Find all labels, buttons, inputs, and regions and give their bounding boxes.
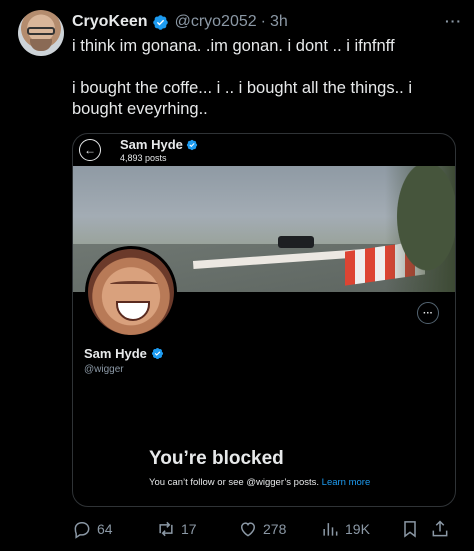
beard-shape <box>30 39 52 51</box>
profile-post-count: 4,893 posts <box>120 153 167 163</box>
tweet-action-bar: 64 17 278 19K <box>72 516 462 542</box>
embedded-profile-card[interactable]: ← Sam Hyde 4,893 posts ··· Sam Hyde @wig… <box>72 133 456 507</box>
repost-icon <box>159 521 173 537</box>
profile-handle: @wigger <box>84 364 124 375</box>
repost-button[interactable]: 17 <box>156 519 197 539</box>
verified-badge-icon <box>186 139 197 150</box>
tweet-paragraph: i think im gonana. .im gonan. i dont .. … <box>72 37 395 55</box>
smile-shape <box>116 301 150 321</box>
back-arrow-icon[interactable]: ← <box>79 139 101 161</box>
profile-avatar[interactable] <box>85 246 177 338</box>
separator-dot: · <box>260 13 266 30</box>
profile-topbar-name-text: Sam Hyde <box>120 137 183 152</box>
profile-name-text: Sam Hyde <box>84 346 147 361</box>
profile-more-icon[interactable]: ··· <box>417 302 439 324</box>
more-options-icon[interactable]: ··· <box>445 13 462 29</box>
reply-count: 64 <box>97 521 113 537</box>
views-button[interactable]: 19K <box>320 519 370 539</box>
views-chart-icon <box>323 523 338 536</box>
like-count: 278 <box>263 521 287 537</box>
bookmark-icon <box>404 521 416 538</box>
verified-badge-icon <box>152 14 168 30</box>
tweet-header: CryoKeen @cryo2052 · 3h ··· <box>72 11 462 33</box>
blocked-title: You’re blocked <box>149 448 284 469</box>
brow-shape <box>110 281 158 287</box>
author-name[interactable]: CryoKeen <box>72 13 148 31</box>
like-button[interactable]: 278 <box>238 519 286 539</box>
trees-shape <box>385 166 455 292</box>
share-icon <box>432 520 448 537</box>
tweet-time[interactable]: 3h <box>270 13 288 31</box>
repost-count: 17 <box>181 521 197 537</box>
verified-badge-icon <box>151 347 163 360</box>
heart-icon <box>240 522 256 537</box>
author-avatar[interactable] <box>18 10 64 56</box>
glasses-shape <box>27 27 55 35</box>
author-handle[interactable]: @cryo2052 <box>175 13 257 31</box>
profile-card-topbar: ← Sam Hyde 4,893 posts <box>73 134 455 166</box>
share-button[interactable] <box>430 519 455 539</box>
blocked-description-text: You can’t follow or see @wigger’s posts. <box>149 477 320 488</box>
profile-topbar-name: Sam Hyde <box>120 137 198 152</box>
reply-icon <box>74 522 90 539</box>
profile-name: Sam Hyde <box>84 346 164 361</box>
reply-button[interactable]: 64 <box>72 519 113 539</box>
views-count: 19K <box>345 521 370 537</box>
blocked-description: You can’t follow or see @wigger’s posts.… <box>149 477 370 488</box>
tweet-text: i think im gonana. .im gonan. i dont .. … <box>72 36 462 141</box>
race-car-shape <box>278 236 314 248</box>
learn-more-link[interactable]: Learn more <box>322 477 371 488</box>
bookmark-button[interactable] <box>400 519 425 539</box>
tweet-paragraph: i bought the coffe... i .. i bought all … <box>72 79 412 118</box>
